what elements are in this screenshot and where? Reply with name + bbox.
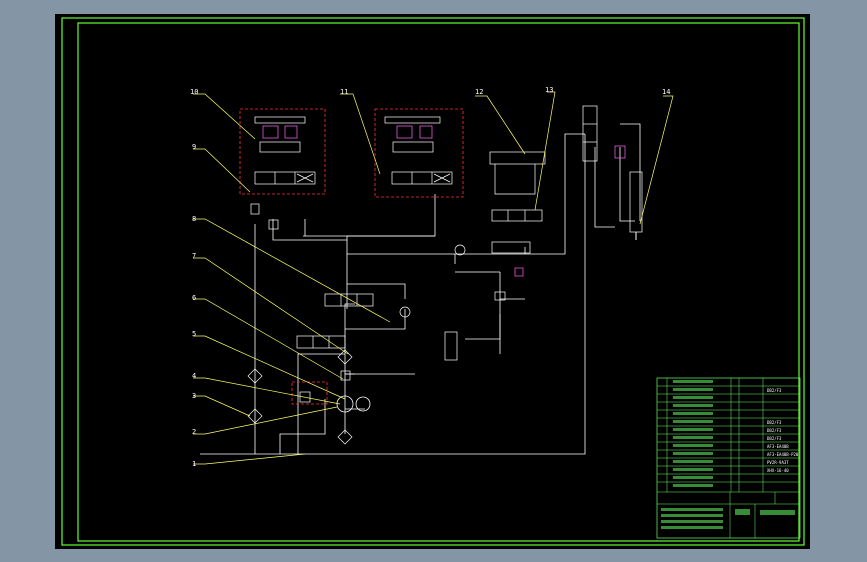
pressure-valve-10a [262, 125, 279, 139]
directional-valve-13 [491, 209, 543, 222]
sub-block-11 [392, 141, 434, 153]
callout-2: 2 [192, 428, 196, 436]
valve-group-10 [239, 108, 326, 195]
drawing-canvas: 10 9 8 7 6 5 4 3 2 1 11 12 13 14 DB2/F3 … [55, 14, 810, 549]
callout-8: 8 [192, 215, 196, 223]
directional-valve-12b [491, 241, 531, 254]
central-valves [296, 293, 458, 381]
sub-block-10 [259, 141, 301, 153]
directional-valve-right [444, 331, 458, 361]
directional-valve-11 [391, 171, 453, 185]
bom-code-8: XHX-16-40 [767, 468, 789, 473]
hydraulic-lines [200, 123, 641, 455]
callout-12: 12 [475, 88, 483, 96]
bom-code-6: AF3-EA40B-P20 [767, 452, 799, 457]
callout-13: 13 [545, 86, 553, 94]
pressure-valve-10b [284, 125, 298, 139]
bom-code-3: DB2/F3 [767, 428, 782, 433]
bom-code-4: DB2/F3 [767, 436, 782, 441]
directional-valve-9 [254, 171, 316, 185]
callout-6: 6 [192, 294, 196, 302]
check-valve-9b [268, 219, 279, 230]
pressure-valve-11b [419, 125, 433, 139]
relief-valve-12 [514, 267, 524, 277]
callout-9: 9 [192, 143, 196, 151]
valve-group-11 [374, 108, 464, 198]
pressure-valve-11a [396, 125, 413, 139]
callout-10: 10 [190, 88, 198, 96]
bom-code-2: DB2/F3 [767, 420, 782, 425]
bom-code-5: AF3-EA40B [767, 444, 789, 449]
inner-frame [77, 22, 800, 542]
cylinder-10 [254, 116, 306, 124]
check-valve-9 [250, 203, 260, 215]
callout-7: 7 [192, 252, 196, 260]
pressure-gauge-12 [454, 244, 466, 256]
hydraulic-schematic: 10 9 8 7 6 5 4 3 2 1 11 12 13 14 DB2/F3 … [61, 17, 805, 546]
directional-valve-7 [296, 335, 346, 349]
callout-4: 4 [192, 372, 196, 380]
callout-11: 11 [340, 88, 348, 96]
callout-14: 14 [662, 88, 670, 96]
callout-3: 3 [192, 392, 196, 400]
callout-5: 5 [192, 330, 196, 338]
bom-code-1: DB2/F3 [767, 388, 782, 393]
valve-group-14 [582, 105, 643, 240]
title-block: DB2/F3 DB2/F3 DB2/F3 DB2/F3 AF3-EA40B AF… [656, 377, 801, 539]
cylinder-11 [384, 116, 441, 124]
cylinder-12 [489, 151, 546, 165]
callout-1: 1 [192, 460, 196, 468]
bom-code-7: PV2R-9A3T [767, 460, 789, 465]
